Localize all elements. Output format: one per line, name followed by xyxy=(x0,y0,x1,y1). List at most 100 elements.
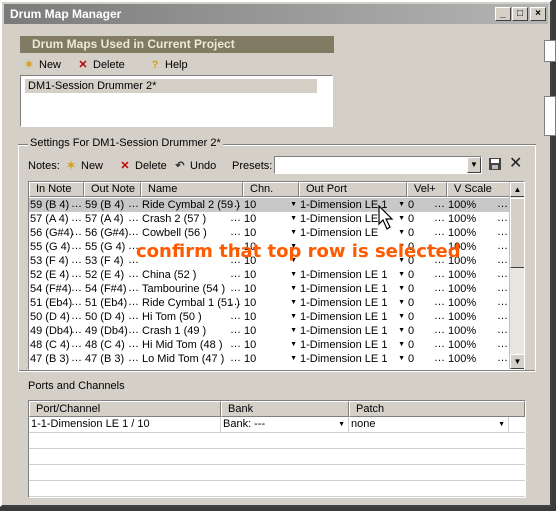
new-map-button[interactable]: ✶ New xyxy=(22,57,61,73)
v-scale-cell[interactable]: 100% xyxy=(447,198,510,212)
out-note-cell[interactable]: 47 (B 3) xyxy=(84,352,141,366)
scroll-thumb[interactable] xyxy=(510,198,524,268)
table-row[interactable]: 57 (A 4)57 (A 4)Crash 2 (57 )101-Dimensi… xyxy=(29,212,510,226)
drum-map-list-item[interactable]: DM1-Session Drummer 2* xyxy=(25,79,317,93)
channel-cell[interactable]: 10 xyxy=(243,324,299,338)
v-scale-cell[interactable]: 100% xyxy=(447,338,510,352)
col-patch[interactable]: Patch xyxy=(349,401,525,417)
v-scale-cell[interactable]: 100% xyxy=(447,310,510,324)
patch-dropdown-arrow-icon[interactable]: ▼ xyxy=(498,417,505,432)
velocity-cell[interactable]: 0 xyxy=(407,310,447,324)
new-note-button[interactable]: ✶ New xyxy=(64,158,103,174)
v-scale-cell[interactable]: 100% xyxy=(447,352,510,366)
name-cell[interactable]: Ride Cymbal 2 (59 ) xyxy=(141,198,243,212)
name-cell[interactable]: China (52 ) xyxy=(141,268,243,282)
out-port-cell[interactable]: 1-Dimension LE 1 xyxy=(299,310,407,324)
scroll-down-icon[interactable]: ▼ xyxy=(510,354,524,369)
help-button[interactable]: ? Help xyxy=(148,57,188,73)
out-port-cell[interactable]: 1-Dimension LE 1 xyxy=(299,338,407,352)
velocity-cell[interactable]: 0 xyxy=(407,338,447,352)
name-cell[interactable]: Hi Mid Tom (48 ) xyxy=(141,338,243,352)
col-out-note[interactable]: Out Note xyxy=(84,182,141,197)
table-row[interactable]: 52 (E 4)52 (E 4)China (52 )101-Dimension… xyxy=(29,268,510,282)
title-bar[interactable]: Drum Map Manager _ □ × xyxy=(4,4,548,24)
in-note-cell[interactable]: 57 (A 4) xyxy=(29,212,84,226)
v-scale-cell[interactable]: 100% xyxy=(447,296,510,310)
bank-dropdown-arrow-icon[interactable]: ▼ xyxy=(338,417,345,432)
out-port-cell[interactable]: 1-Dimension LE 1 xyxy=(299,268,407,282)
col-out-port[interactable]: Out Port xyxy=(299,182,407,197)
table-row[interactable]: 59 (B 4)59 (B 4)Ride Cymbal 2 (59 )101-D… xyxy=(29,198,510,212)
out-port-cell[interactable]: 1-Dimension LE 1 xyxy=(299,352,407,366)
bank-cell[interactable]: Bank: --- ▼ xyxy=(221,417,349,433)
channel-cell[interactable]: 10 xyxy=(243,282,299,296)
in-note-cell[interactable]: 54 (F#4) xyxy=(29,282,84,296)
velocity-cell[interactable]: 0 xyxy=(407,226,447,240)
v-scale-cell[interactable]: 100% xyxy=(447,282,510,296)
channel-cell[interactable]: 10 xyxy=(243,268,299,282)
ports-row[interactable]: 1-1-Dimension LE 1 / 10 Bank: --- ▼ none… xyxy=(29,417,525,433)
velocity-cell[interactable]: 0 xyxy=(407,352,447,366)
name-cell[interactable]: Ride Cymbal 1 (51 ) xyxy=(141,296,243,310)
delete-preset-icon[interactable]: ✕ xyxy=(509,155,522,173)
col-channel[interactable]: Chn. xyxy=(243,182,299,197)
channel-cell[interactable]: 10 xyxy=(243,338,299,352)
channel-cell[interactable]: 10 xyxy=(243,198,299,212)
minimize-button[interactable]: _ xyxy=(495,7,511,21)
out-note-cell[interactable]: 57 (A 4) xyxy=(84,212,141,226)
channel-cell[interactable]: 10 xyxy=(243,352,299,366)
close-button[interactable]: × xyxy=(530,7,546,21)
table-row[interactable]: 50 (D 4)50 (D 4)Hi Tom (50 )101-Dimensio… xyxy=(29,310,510,324)
scroll-up-icon[interactable]: ▲ xyxy=(510,182,524,197)
velocity-cell[interactable]: 0 xyxy=(407,198,447,212)
drum-map-grid[interactable]: In Note Out Note Name Chn. Out Port Vel+… xyxy=(28,181,525,370)
name-cell[interactable]: Tambourine (54 ) xyxy=(141,282,243,296)
name-cell[interactable]: Lo Mid Tom (47 ) xyxy=(141,352,243,366)
v-scale-cell[interactable]: 100% xyxy=(447,226,510,240)
channel-cell[interactable]: 10 xyxy=(243,212,299,226)
in-note-cell[interactable]: 51 (Eb4) xyxy=(29,296,84,310)
delete-map-button[interactable]: ✕ Delete xyxy=(76,57,124,73)
out-note-cell[interactable]: 48 (C 4) xyxy=(84,338,141,352)
col-in-note[interactable]: In Note xyxy=(29,182,84,197)
col-name[interactable]: Name xyxy=(141,182,243,197)
out-port-cell[interactable]: 1-Dimension LE 1 xyxy=(299,282,407,296)
channel-cell[interactable]: 10 xyxy=(243,310,299,324)
undo-button[interactable]: ↶ Undo xyxy=(173,158,216,174)
in-note-cell[interactable]: 53 (F 4) xyxy=(29,254,84,268)
velocity-cell[interactable]: 0 xyxy=(407,282,447,296)
velocity-cell[interactable]: 0 xyxy=(407,268,447,282)
velocity-cell[interactable]: 0 xyxy=(407,212,447,226)
maximize-button[interactable]: □ xyxy=(512,7,528,21)
velocity-cell[interactable]: 0 xyxy=(407,324,447,338)
in-note-cell[interactable]: 52 (E 4) xyxy=(29,268,84,282)
presets-dropdown[interactable]: ▼ xyxy=(274,156,482,174)
in-note-cell[interactable]: 47 (B 3) xyxy=(29,352,84,366)
ports-channels-grid[interactable]: Port/Channel Bank Patch 1-1-Dimension LE… xyxy=(28,400,526,498)
name-cell[interactable]: Crash 1 (49 ) xyxy=(141,324,243,338)
patch-cell[interactable]: none ▼ xyxy=(349,417,509,433)
delete-note-button[interactable]: ✕ Delete xyxy=(118,158,166,174)
table-row[interactable]: 54 (F#4)54 (F#4)Tambourine (54 )101-Dime… xyxy=(29,282,510,296)
out-note-cell[interactable]: 53 (F 4) xyxy=(84,254,141,268)
grid-vertical-scrollbar[interactable]: ▲ ▼ xyxy=(509,182,524,369)
out-note-cell[interactable]: 55 (G 4) xyxy=(84,240,141,254)
table-row[interactable]: 49 (Db4)49 (Db4)Crash 1 (49 )101-Dimensi… xyxy=(29,324,510,338)
name-cell[interactable]: Cowbell (56 ) xyxy=(141,226,243,240)
out-note-cell[interactable]: 49 (Db4) xyxy=(84,324,141,338)
out-port-cell[interactable]: 1-Dimension LE 1 xyxy=(299,296,407,310)
out-note-cell[interactable]: 51 (Eb4) xyxy=(84,296,141,310)
table-row[interactable]: 51 (Eb4)51 (Eb4)Ride Cymbal 1 (51 )101-D… xyxy=(29,296,510,310)
presets-dropdown-arrow-icon[interactable]: ▼ xyxy=(467,157,481,173)
table-row[interactable]: 47 (B 3)47 (B 3)Lo Mid Tom (47 )101-Dime… xyxy=(29,352,510,366)
in-note-cell[interactable]: 49 (Db4) xyxy=(29,324,84,338)
col-bank[interactable]: Bank xyxy=(221,401,349,417)
out-note-cell[interactable]: 50 (D 4) xyxy=(84,310,141,324)
col-velocity[interactable]: Vel+ xyxy=(407,182,447,197)
v-scale-cell[interactable]: 100% xyxy=(447,324,510,338)
in-note-cell[interactable]: 48 (C 4) xyxy=(29,338,84,352)
v-scale-cell[interactable]: 100% xyxy=(447,212,510,226)
velocity-cell[interactable]: 0 xyxy=(407,296,447,310)
name-cell[interactable]: Hi Tom (50 ) xyxy=(141,310,243,324)
name-cell[interactable]: Crash 2 (57 ) xyxy=(141,212,243,226)
